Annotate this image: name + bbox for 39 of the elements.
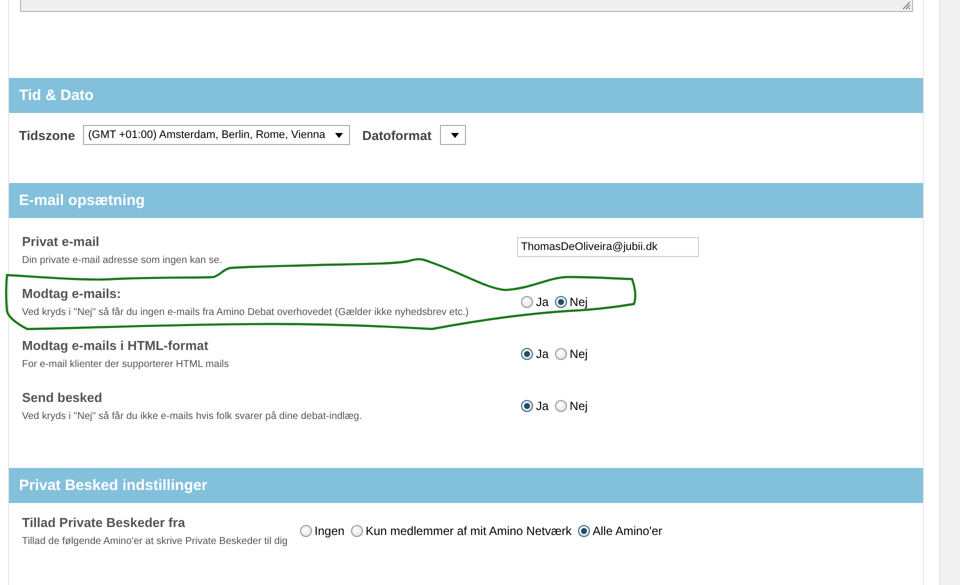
radio-label[interactable]: Alle Amino'er: [592, 524, 662, 538]
radio-label[interactable]: Ingen: [314, 524, 345, 538]
radio-button[interactable]: [554, 400, 567, 412]
radio-label[interactable]: Nej: [570, 399, 588, 413]
radio-button[interactable]: [520, 296, 533, 308]
radio-button[interactable]: [300, 525, 312, 537]
setting-description: For e-mail klienter der supporterer HTML mails: [22, 358, 230, 372]
field-label: Tidszone: [18, 128, 76, 142]
section-header: Privat Besked indstillinger: [8, 468, 924, 503]
caret-icon[interactable]: [450, 133, 459, 138]
radio-label[interactable]: Nej: [570, 295, 588, 309]
resize-grip-icon[interactable]: [902, 1, 912, 10]
radio-button[interactable]: [350, 525, 363, 537]
caret-icon[interactable]: [335, 133, 344, 138]
dropdown[interactable]: (GMT +01:00) Amsterdam, Berlin, Rome, Vienna: [83, 125, 350, 145]
email-field[interactable]: ThomasDeOliveira@jubii.dk: [516, 237, 699, 257]
setting-description: Tillad de følgende Amino'er at skrive Private Beskeder til dig: [22, 535, 288, 549]
setting-title: Modtag e-mails i HTML-format: [22, 338, 210, 354]
radio-label[interactable]: Kun medlemmer af mit Amino Netværk: [366, 524, 572, 538]
dropdown[interactable]: [440, 125, 466, 145]
setting-description: Din private e-mail adresse som ingen kan se.: [22, 254, 224, 268]
radio-button[interactable]: [554, 348, 567, 360]
setting-description: Ved kryds i "Nej" så får du ikke e-mails hvis folk svarer på dine debat-indlæg.: [22, 410, 364, 424]
setting-title: Privat e-mail: [22, 234, 100, 250]
radio-label[interactable]: Ja: [536, 399, 549, 413]
radio-button[interactable]: [578, 525, 590, 537]
setting-title: Send besked: [22, 390, 104, 406]
radio-button[interactable]: [520, 348, 533, 360]
setting-description: Ved kryds i "Nej" så får du ingen e-mails fra Amino Debat overhovedet (Gælder ikke nyhedsbrev etc.): [22, 306, 470, 320]
setting-title: Modtag e-mails:: [22, 286, 122, 302]
setting-title: Tillad Private Beskeder fra: [22, 515, 186, 531]
section-header: Tid & Dato: [8, 78, 924, 113]
section-header: E-mail opsætning: [8, 183, 924, 218]
radio-button[interactable]: [520, 400, 533, 412]
radio-label[interactable]: Ja: [536, 295, 549, 309]
radio-button[interactable]: [554, 296, 567, 308]
field-label: Datoformat: [362, 128, 432, 142]
radio-label[interactable]: Nej: [570, 347, 588, 361]
radio-label[interactable]: Ja: [536, 347, 549, 361]
